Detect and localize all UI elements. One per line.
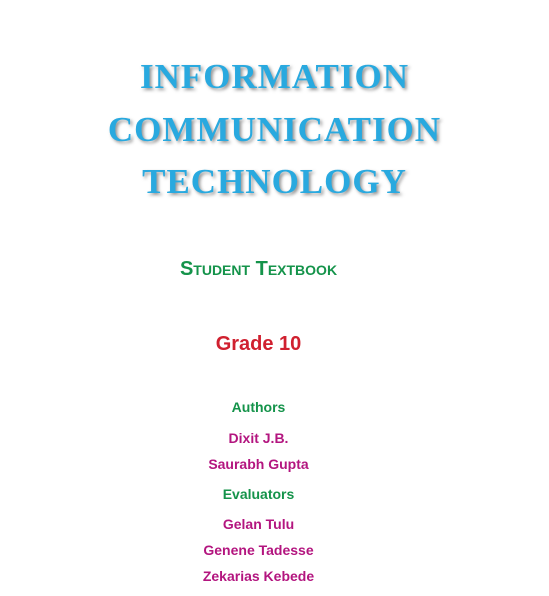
author-name: Dixit J.B. <box>228 430 289 446</box>
authors-heading: Authors <box>231 399 286 415</box>
author-name: Saurabh Gupta <box>208 456 309 472</box>
title-line-1: INFORMATION <box>140 57 409 96</box>
evaluator-name: Zekarias Kebede <box>202 568 315 584</box>
evaluator-name: Genene Tadesse <box>203 542 314 558</box>
subtitle: Student Textbook <box>179 258 338 280</box>
evaluators-heading: Evaluators <box>222 486 295 502</box>
grade-label: Grade 10 <box>215 333 302 355</box>
title-line-2: COMMUNICATION <box>107 110 442 149</box>
evaluator-name: Gelan Tulu <box>222 516 295 532</box>
title-line-3: TECHNOLOGY <box>142 162 407 201</box>
